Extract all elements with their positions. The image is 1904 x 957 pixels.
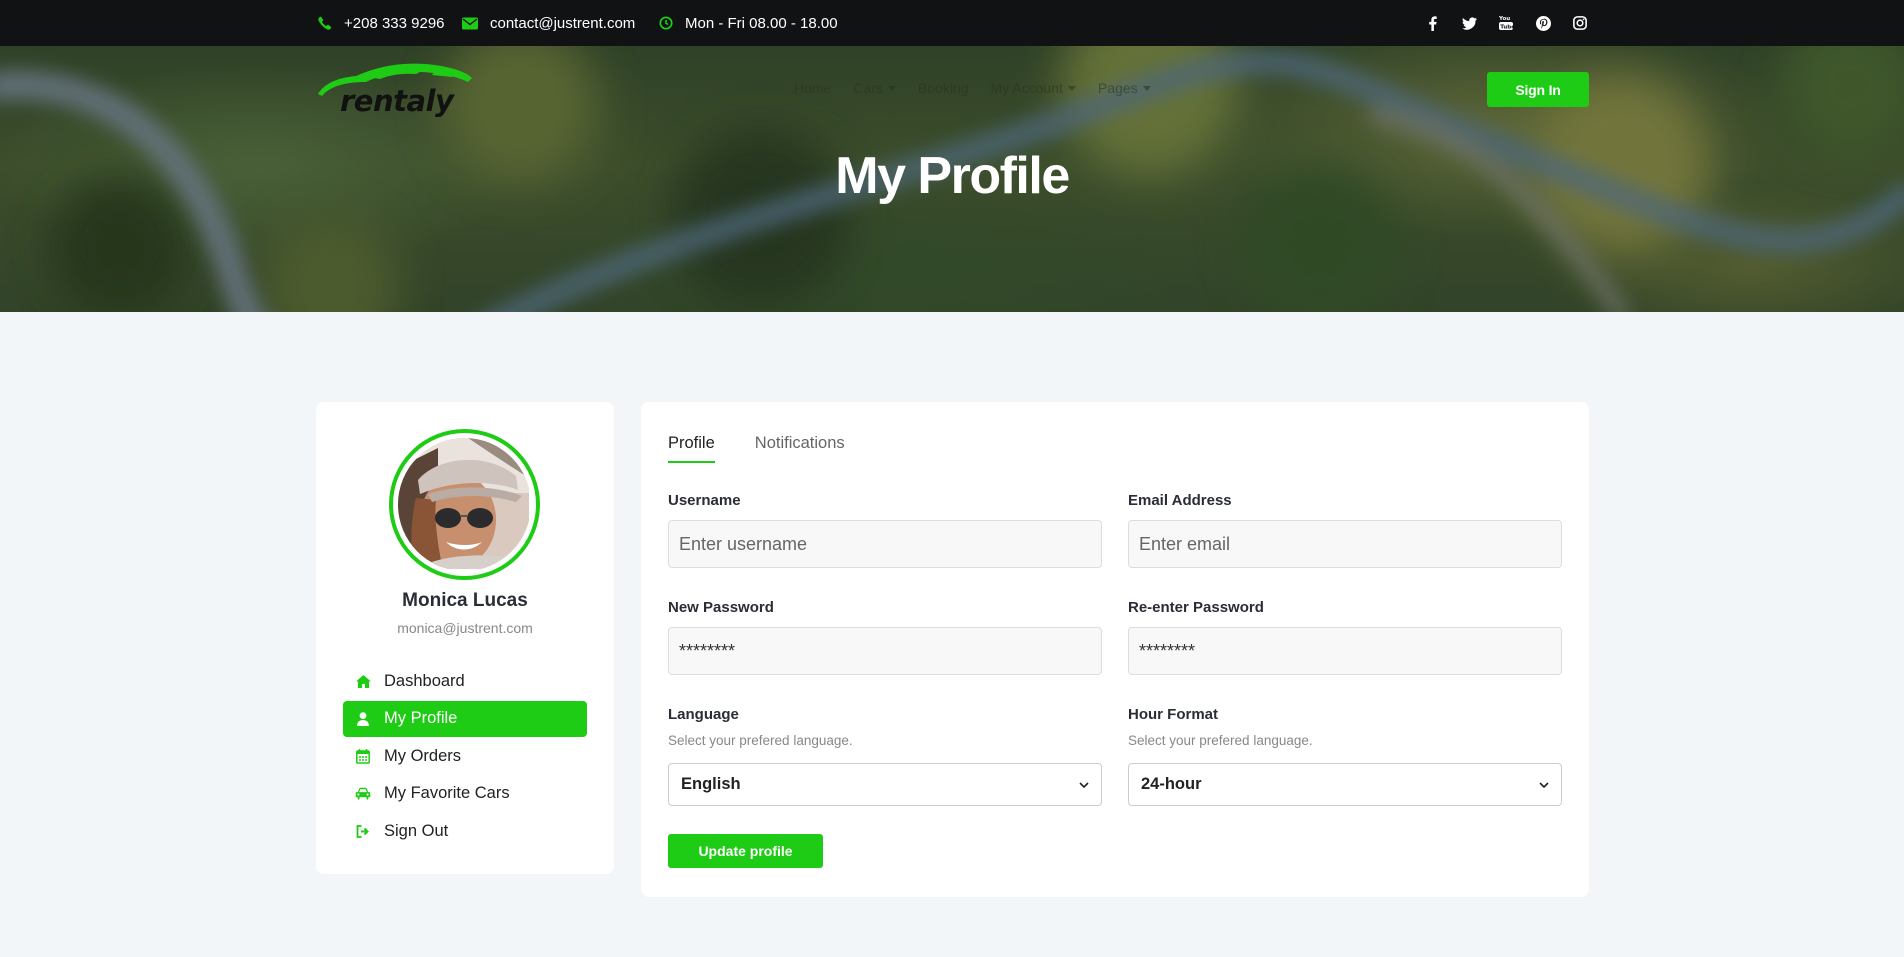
reenter-password-input[interactable] [1128, 627, 1562, 675]
phone-icon [318, 16, 332, 30]
hour-format-select[interactable]: 24-hour [1128, 763, 1562, 806]
business-hours: Mon - Fri 08.00 - 18.00 [685, 14, 838, 32]
language-select[interactable]: English [668, 763, 1102, 806]
logo-wordmark: rentaly [340, 84, 454, 118]
avatar [389, 429, 540, 580]
username-label: Username [668, 492, 741, 509]
hour-format-selected-value: 24-hour [1141, 775, 1202, 793]
hour-format-hint: Select your prefered language. [1128, 733, 1313, 748]
rentaly-logo[interactable]: rentaly [316, 60, 476, 120]
sidebar-item-label: Sign Out [384, 821, 449, 840]
pinterest-icon[interactable] [1535, 15, 1551, 31]
avatar-photo [398, 438, 531, 571]
sidebar-item-my-favorite-cars[interactable]: My Favorite Cars [343, 776, 587, 812]
sign-out-icon [355, 823, 371, 839]
contact-email: contact@justrent.com [490, 14, 636, 32]
nav-item-pages[interactable]: Pages [1098, 80, 1151, 96]
nav-item-my-account[interactable]: My Account [991, 80, 1076, 96]
reenter-password-group: Re-enter Password [1128, 599, 1562, 675]
reenter-password-label: Re-enter Password [1128, 599, 1264, 616]
language-selected-value: English [681, 775, 741, 793]
twitter-icon[interactable] [1461, 15, 1477, 31]
sign-in-button[interactable]: Sign In [1487, 72, 1589, 107]
chevron-down-icon [1079, 781, 1089, 788]
calendar-icon [355, 748, 371, 764]
username-group: Username [668, 492, 1102, 568]
tab-profile[interactable]: Profile [668, 434, 715, 463]
instagram-icon[interactable] [1572, 15, 1588, 31]
hour-format-label: Hour Format [1128, 706, 1218, 723]
nav-item-booking[interactable]: Booking [918, 80, 969, 96]
social-links: You Tube [1424, 0, 1588, 46]
email-input[interactable] [1128, 520, 1562, 568]
sidebar-item-my-orders[interactable]: My Orders [343, 738, 587, 774]
page-title: My Profile [835, 147, 1070, 205]
facebook-icon[interactable] [1424, 15, 1440, 31]
svg-text:You: You [1499, 16, 1510, 22]
sidebar-menu: Dashboard My Profile My Orders My Favori… [343, 663, 587, 851]
username-input[interactable] [668, 520, 1102, 568]
user-email: monica@justrent.com [397, 620, 533, 636]
sidebar-item-label: My Profile [384, 709, 458, 727]
tab-notifications[interactable]: Notifications [755, 434, 845, 463]
sidebar-item-label: My Favorite Cars [384, 784, 510, 802]
main-nav: Home Cars Booking My Account Pages [794, 80, 1151, 96]
sidebar-item-my-profile[interactable]: My Profile [343, 700, 587, 737]
svg-text:Tube: Tube [1500, 24, 1513, 30]
new-password-label: New Password [668, 599, 774, 616]
youtube-icon[interactable]: You Tube [1498, 15, 1514, 31]
chevron-down-icon [887, 85, 896, 91]
top-info-bar: +208 333 9296 contact@justrent.com Mon -… [0, 0, 1904, 46]
sidebar-item-dashboard[interactable]: Dashboard [343, 663, 587, 699]
hour-format-group: Hour Format Select your prefered languag… [1128, 706, 1562, 806]
hours-info: Mon - Fri 08.00 - 18.00 [659, 0, 838, 46]
new-password-group: New Password [668, 599, 1102, 675]
user-name: Monica Lucas [402, 590, 528, 611]
car-icon [355, 786, 371, 802]
profile-tabs: Profile Notifications [668, 434, 845, 463]
update-profile-button[interactable]: Update profile [668, 834, 823, 868]
sidebar-item-sign-out[interactable]: Sign Out [343, 813, 587, 849]
language-label: Language [668, 706, 739, 723]
language-group: Language Select your prefered language. … [668, 706, 1102, 806]
phone-info: +208 333 9296 [318, 0, 445, 46]
chevron-down-icon [1142, 85, 1151, 91]
language-hint: Select your prefered language. [668, 733, 853, 748]
home-icon [355, 673, 371, 689]
sidebar-item-label: Dashboard [384, 671, 465, 690]
email-label: Email Address [1128, 492, 1232, 509]
email-group: Email Address [1128, 492, 1562, 568]
profile-sidebar: Monica Lucas monica@justrent.com Dashboa… [316, 402, 614, 874]
sidebar-item-label: My Orders [384, 746, 462, 765]
nav-item-home[interactable]: Home [794, 80, 831, 96]
chevron-down-icon [1539, 781, 1549, 788]
user-icon [355, 711, 371, 727]
new-password-input[interactable] [668, 627, 1102, 675]
phone-number: +208 333 9296 [344, 14, 445, 32]
envelope-icon [462, 17, 478, 29]
email-info[interactable]: contact@justrent.com [462, 0, 635, 46]
profile-form-card: Profile Notifications Username Email Add… [641, 402, 1589, 897]
chevron-down-icon [1067, 85, 1076, 91]
nav-item-cars[interactable]: Cars [853, 80, 896, 96]
clock-icon [659, 16, 673, 30]
